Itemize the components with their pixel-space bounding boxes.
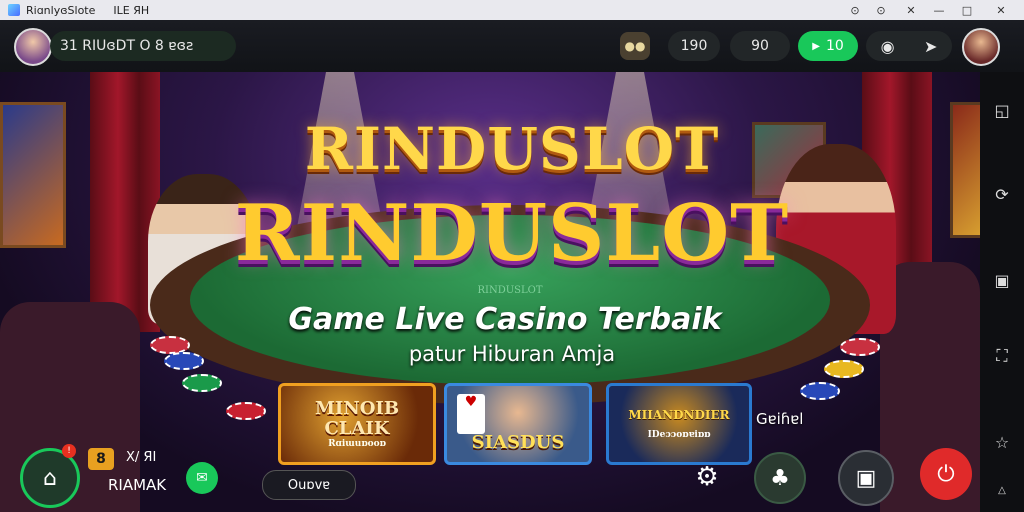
camera-icon[interactable]: ◉ (881, 37, 895, 56)
balance-b-value: 90 (751, 38, 769, 54)
chip-stack (226, 402, 266, 420)
hero-tagline: patur Hiburan Amja (408, 342, 616, 366)
play-icon: ▶ (812, 40, 820, 52)
gift-icon: ▣ (855, 465, 877, 491)
maximize-button[interactable]: □ (954, 0, 980, 20)
game-card-3[interactable]: MIIANDNDIER IDeɔɔoɒɐiɒɒ (606, 383, 752, 465)
top-bar: 31 RIUɞDT O 8 ɐɞƨ ●● 190 90 ▶ 10 ◉ ➤ (0, 20, 1024, 72)
game-card-2[interactable]: ♥ SIASDUS (444, 383, 592, 465)
game-card-1-caption: Rɑiɯuɒooɒ (328, 439, 386, 449)
player-avatar[interactable] (14, 28, 52, 66)
window-title: RiɑnlyɞSlote (26, 3, 96, 17)
location-icon[interactable]: ⊙ (842, 0, 868, 20)
profile-avatar[interactable] (962, 28, 1000, 66)
power-button[interactable]: ⏻ (920, 448, 972, 500)
coins-pill[interactable]: ▶ 10 (798, 31, 858, 61)
icon-pill: ◉ ➤ (866, 31, 952, 61)
pin-icon[interactable]: ✕ (898, 0, 924, 20)
game-card-3-caption: IDeɔɔoɒɐiɒɒ (647, 430, 711, 440)
playing-card-icon: ♥ (457, 394, 485, 434)
rotate-icon[interactable]: ⟳ (990, 182, 1014, 206)
window-icon[interactable]: ◱ (990, 98, 1014, 122)
overlay-label: Gɐiɦɐl (756, 410, 804, 428)
app-icon (8, 4, 20, 16)
notification-dot: ! (62, 444, 76, 458)
settings-icon[interactable]: ⊙ (868, 0, 894, 20)
message-button[interactable]: ✉ (186, 462, 218, 494)
power-icon: ⏻ (937, 461, 955, 487)
level-badge[interactable]: 8 (88, 448, 114, 470)
balance-pill-a[interactable]: 190 (668, 31, 720, 61)
balance-pill-b[interactable]: 90 (730, 31, 790, 61)
logo-main: RINDUSLOT (234, 188, 790, 279)
share-icon[interactable]: ➤ (924, 37, 937, 56)
menu-button[interactable]: ♣ (754, 452, 806, 504)
balance-a-value: 190 (680, 38, 708, 54)
game-card-1[interactable]: MINOIB CLAIK Rɑiɯuɒooɒ (278, 383, 436, 465)
right-sidebar: ◱ ⟳ ▣ ⛶ ☆ △ (980, 72, 1024, 512)
screenshot-icon[interactable]: ▣ (990, 268, 1014, 292)
chip-stack (182, 374, 222, 392)
window-titlebar: RiɑnlyɞSlote ILE ЯH ⊙ ⊙ ✕ — □ ✕ (0, 0, 1024, 20)
gift-button[interactable]: ▣ (838, 450, 894, 506)
player-name: 31 RIUɞDT O 8 ɐɞƨ (60, 38, 194, 54)
minimize-button[interactable]: — (926, 0, 952, 20)
close-button[interactable]: ✕ (988, 0, 1014, 20)
chat-label: Ouɒvɐ (287, 477, 331, 493)
chip-stack (800, 382, 840, 400)
logo-top: RINDUSLOT (304, 115, 720, 183)
coin-icon[interactable]: ●● (620, 32, 650, 60)
game-card-3-title: MIIANDNDIER (628, 408, 730, 422)
window-menu[interactable]: ILE ЯH (113, 4, 149, 17)
felt-text: RINDUSLOT (477, 285, 543, 296)
player-name-pill[interactable]: 31 RIUɞDT O 8 ɐɞƨ (50, 31, 236, 61)
home-icon: ⌂ (43, 465, 57, 491)
fullscreen-icon[interactable]: ⛶ (990, 344, 1014, 368)
expand-icon[interactable]: △ (990, 478, 1014, 502)
coins-value: 10 (825, 38, 844, 54)
star-icon[interactable]: ☆ (990, 430, 1014, 454)
chat-input[interactable]: Ouɒvɐ (262, 470, 356, 500)
game-card-2-title: SIASDUS (471, 431, 565, 453)
message-icon: ✉ (196, 470, 208, 486)
user-label: RIAMAK (108, 476, 167, 494)
club-icon: ♣ (770, 465, 790, 491)
settings-gear-icon[interactable]: ⚙ (690, 460, 724, 494)
badge-label: X/ ЯI (126, 450, 157, 465)
game-card-1-title: MINOIB CLAIK (314, 398, 400, 439)
hero-subtitle: Game Live Casino Terbaik (288, 302, 722, 337)
